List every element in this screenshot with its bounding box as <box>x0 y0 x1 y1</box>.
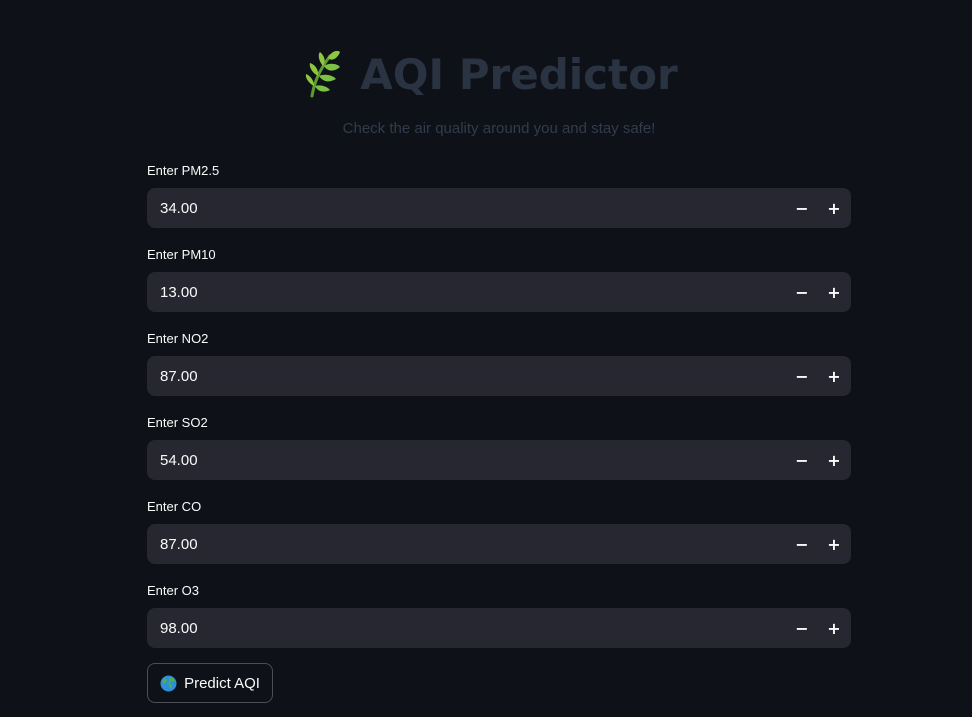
so2-increment-button[interactable]: + <box>818 440 850 480</box>
app-page: AQI Predictor Check the air quality arou… <box>0 0 972 717</box>
co-increment-button[interactable]: + <box>818 524 850 564</box>
so2-field: Enter SO2 54.00 − + <box>147 415 851 480</box>
no2-increment-button[interactable]: + <box>818 356 850 396</box>
no2-input[interactable]: 87.00 <box>147 368 786 385</box>
o3-label: Enter O3 <box>147 583 200 598</box>
leaf-icon <box>298 48 346 100</box>
o3-field: Enter O3 98.00 − + <box>147 583 851 648</box>
so2-input[interactable]: 54.00 <box>147 452 786 469</box>
o3-input[interactable]: 98.00 <box>147 620 786 637</box>
pm10-increment-button[interactable]: + <box>818 272 850 312</box>
predict-aqi-label: Predict AQI <box>184 674 260 692</box>
globe-icon <box>160 675 177 692</box>
co-input-box: 87.00 − + <box>147 524 851 564</box>
o3-increment-button[interactable]: + <box>818 608 850 648</box>
pm25-increment-button[interactable]: + <box>818 188 850 228</box>
co-input[interactable]: 87.00 <box>147 536 786 553</box>
no2-input-box: 87.00 − + <box>147 356 851 396</box>
o3-input-box: 98.00 − + <box>147 608 851 648</box>
page-subtitle: Check the air quality around you and sta… <box>342 120 656 137</box>
pm25-label: Enter PM2.5 <box>147 163 220 178</box>
no2-field: Enter NO2 87.00 − + <box>147 331 851 396</box>
no2-decrement-button[interactable]: − <box>786 356 818 396</box>
pm10-field: Enter PM10 13.00 − + <box>147 247 851 312</box>
so2-label: Enter SO2 <box>147 415 208 430</box>
pm10-decrement-button[interactable]: − <box>786 272 818 312</box>
co-decrement-button[interactable]: − <box>786 524 818 564</box>
pm25-input[interactable]: 34.00 <box>147 200 786 217</box>
so2-decrement-button[interactable]: − <box>786 440 818 480</box>
pm25-field: Enter PM2.5 34.00 − + <box>147 163 851 228</box>
o3-decrement-button[interactable]: − <box>786 608 818 648</box>
co-field: Enter CO 87.00 − + <box>147 499 851 564</box>
pm10-input[interactable]: 13.00 <box>147 284 786 301</box>
pm25-input-box: 34.00 − + <box>147 188 851 228</box>
co-label: Enter CO <box>147 499 202 514</box>
pm25-decrement-button[interactable]: − <box>786 188 818 228</box>
header: AQI Predictor <box>0 44 972 104</box>
pm10-input-box: 13.00 − + <box>147 272 851 312</box>
pm10-label: Enter PM10 <box>147 247 216 262</box>
so2-input-box: 54.00 − + <box>147 440 851 480</box>
no2-label: Enter NO2 <box>147 331 209 346</box>
predict-aqi-button[interactable]: Predict AQI <box>147 663 273 703</box>
page-title: AQI Predictor <box>360 49 678 99</box>
